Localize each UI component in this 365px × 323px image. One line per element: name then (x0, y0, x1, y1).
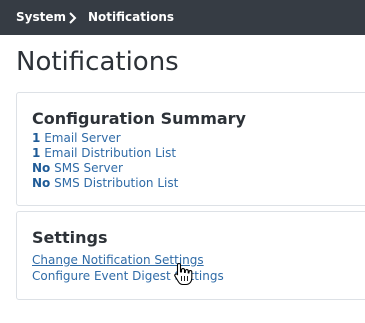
breadcrumb-bar: System Notifications (0, 0, 365, 35)
summary-count: No (32, 176, 51, 190)
summary-count: 1 (32, 131, 41, 145)
change-notification-settings-link[interactable]: Change Notification Settings (32, 252, 224, 268)
hand-pointer-icon (174, 262, 193, 286)
summary-count: No (32, 161, 51, 175)
configure-event-digest-settings-link[interactable]: Configure Event Digest Settings (32, 268, 224, 284)
summary-email-server[interactable]: 1 Email Server (32, 131, 178, 146)
summary-sms-server[interactable]: No SMS Server (32, 161, 178, 176)
configuration-summary-list: 1 Email Server 1 Email Distribution List… (32, 131, 178, 191)
configuration-summary-heading: Configuration Summary (32, 109, 246, 128)
settings-heading: Settings (32, 228, 108, 247)
settings-links: Change Notification Settings Configure E… (32, 252, 224, 284)
breadcrumb-system[interactable]: System (16, 10, 66, 24)
breadcrumb-notifications: Notifications (88, 10, 175, 24)
summary-label: Email Server (44, 131, 121, 145)
page-title: Notifications (16, 47, 179, 77)
summary-label: SMS Server (54, 161, 123, 175)
settings-card: Settings Change Notification Settings Co… (16, 211, 365, 300)
chevron-right-icon (69, 12, 77, 24)
configuration-summary-card: Configuration Summary 1 Email Server 1 E… (16, 92, 365, 206)
summary-count: 1 (32, 146, 41, 160)
summary-email-distribution-list[interactable]: 1 Email Distribution List (32, 146, 178, 161)
summary-label: SMS Distribution List (54, 176, 179, 190)
summary-sms-distribution-list[interactable]: No SMS Distribution List (32, 176, 178, 191)
summary-label: Email Distribution List (44, 146, 177, 160)
